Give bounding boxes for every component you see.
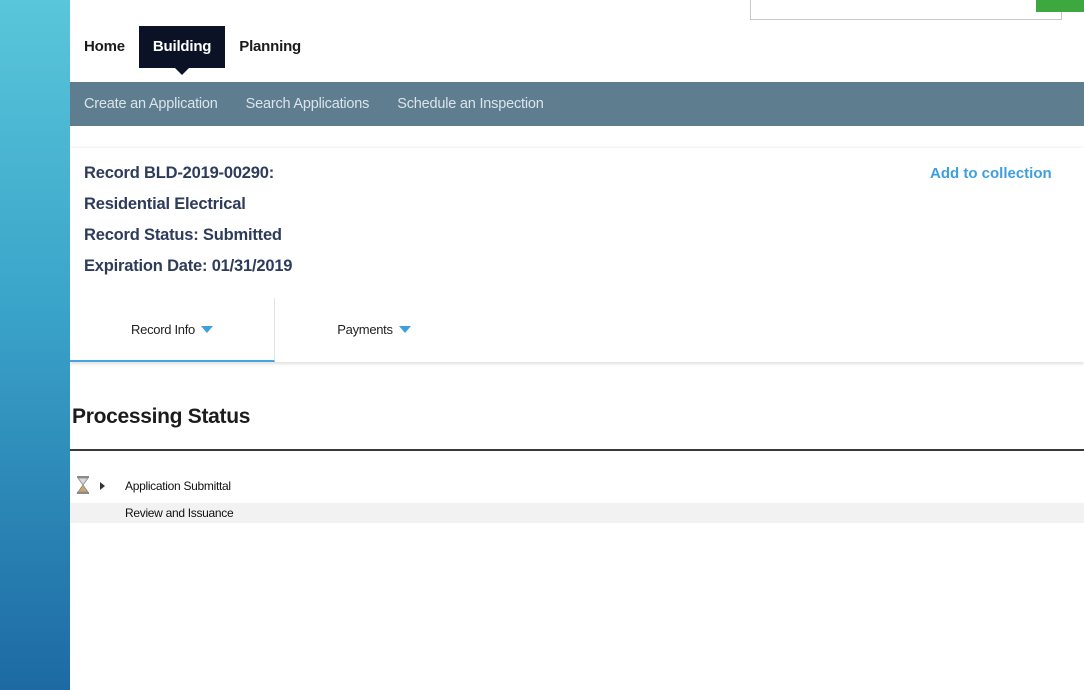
divider (70, 449, 1084, 451)
processing-status-heading: Processing Status (72, 405, 251, 428)
hourglass-icon (77, 476, 89, 494)
tab-record-info-label: Record Info (131, 321, 195, 337)
record-header-card: Record BLD-2019-00290: Residential Elect… (70, 148, 1084, 298)
tab-payments-label: Payments (337, 321, 393, 337)
record-number: Record BLD-2019-00290: (84, 164, 275, 182)
task-label: Review and Issuance (125, 506, 234, 520)
record-status: Record Status: Submitted (84, 226, 282, 244)
subnav-create-application[interactable]: Create an Application (70, 96, 232, 112)
chevron-down-icon (398, 325, 411, 333)
subnav-schedule-inspection[interactable]: Schedule an Inspection (383, 96, 557, 112)
search-input[interactable] (750, 0, 1062, 20)
expiration-date: Expiration Date: 01/31/2019 (84, 257, 293, 275)
record-type: Residential Electrical (84, 195, 246, 213)
search-button[interactable] (1036, 0, 1084, 12)
task-row[interactable]: Application Submittal (70, 476, 1084, 496)
record-tabs: Record Info Payments (70, 298, 1084, 362)
tab-payments[interactable]: Payments (274, 298, 474, 360)
tab-planning[interactable]: Planning (225, 26, 315, 68)
top-nav: Home Building Planning (70, 26, 315, 75)
page: Home Building Planning Create an Applica… (70, 0, 1084, 690)
tab-record-info[interactable]: Record Info (70, 298, 275, 362)
expand-arrow-icon[interactable] (100, 482, 105, 490)
chevron-down-icon (200, 325, 213, 333)
add-to-collection-link[interactable]: Add to collection (930, 165, 1052, 182)
tab-home[interactable]: Home (70, 26, 139, 68)
subnav-search-applications[interactable]: Search Applications (232, 96, 384, 112)
task-row[interactable]: Review and Issuance (70, 503, 1084, 523)
sub-nav: Create an Application Search Application… (70, 82, 1084, 126)
tab-building[interactable]: Building (138, 26, 226, 75)
task-label: Application Submittal (125, 479, 231, 493)
